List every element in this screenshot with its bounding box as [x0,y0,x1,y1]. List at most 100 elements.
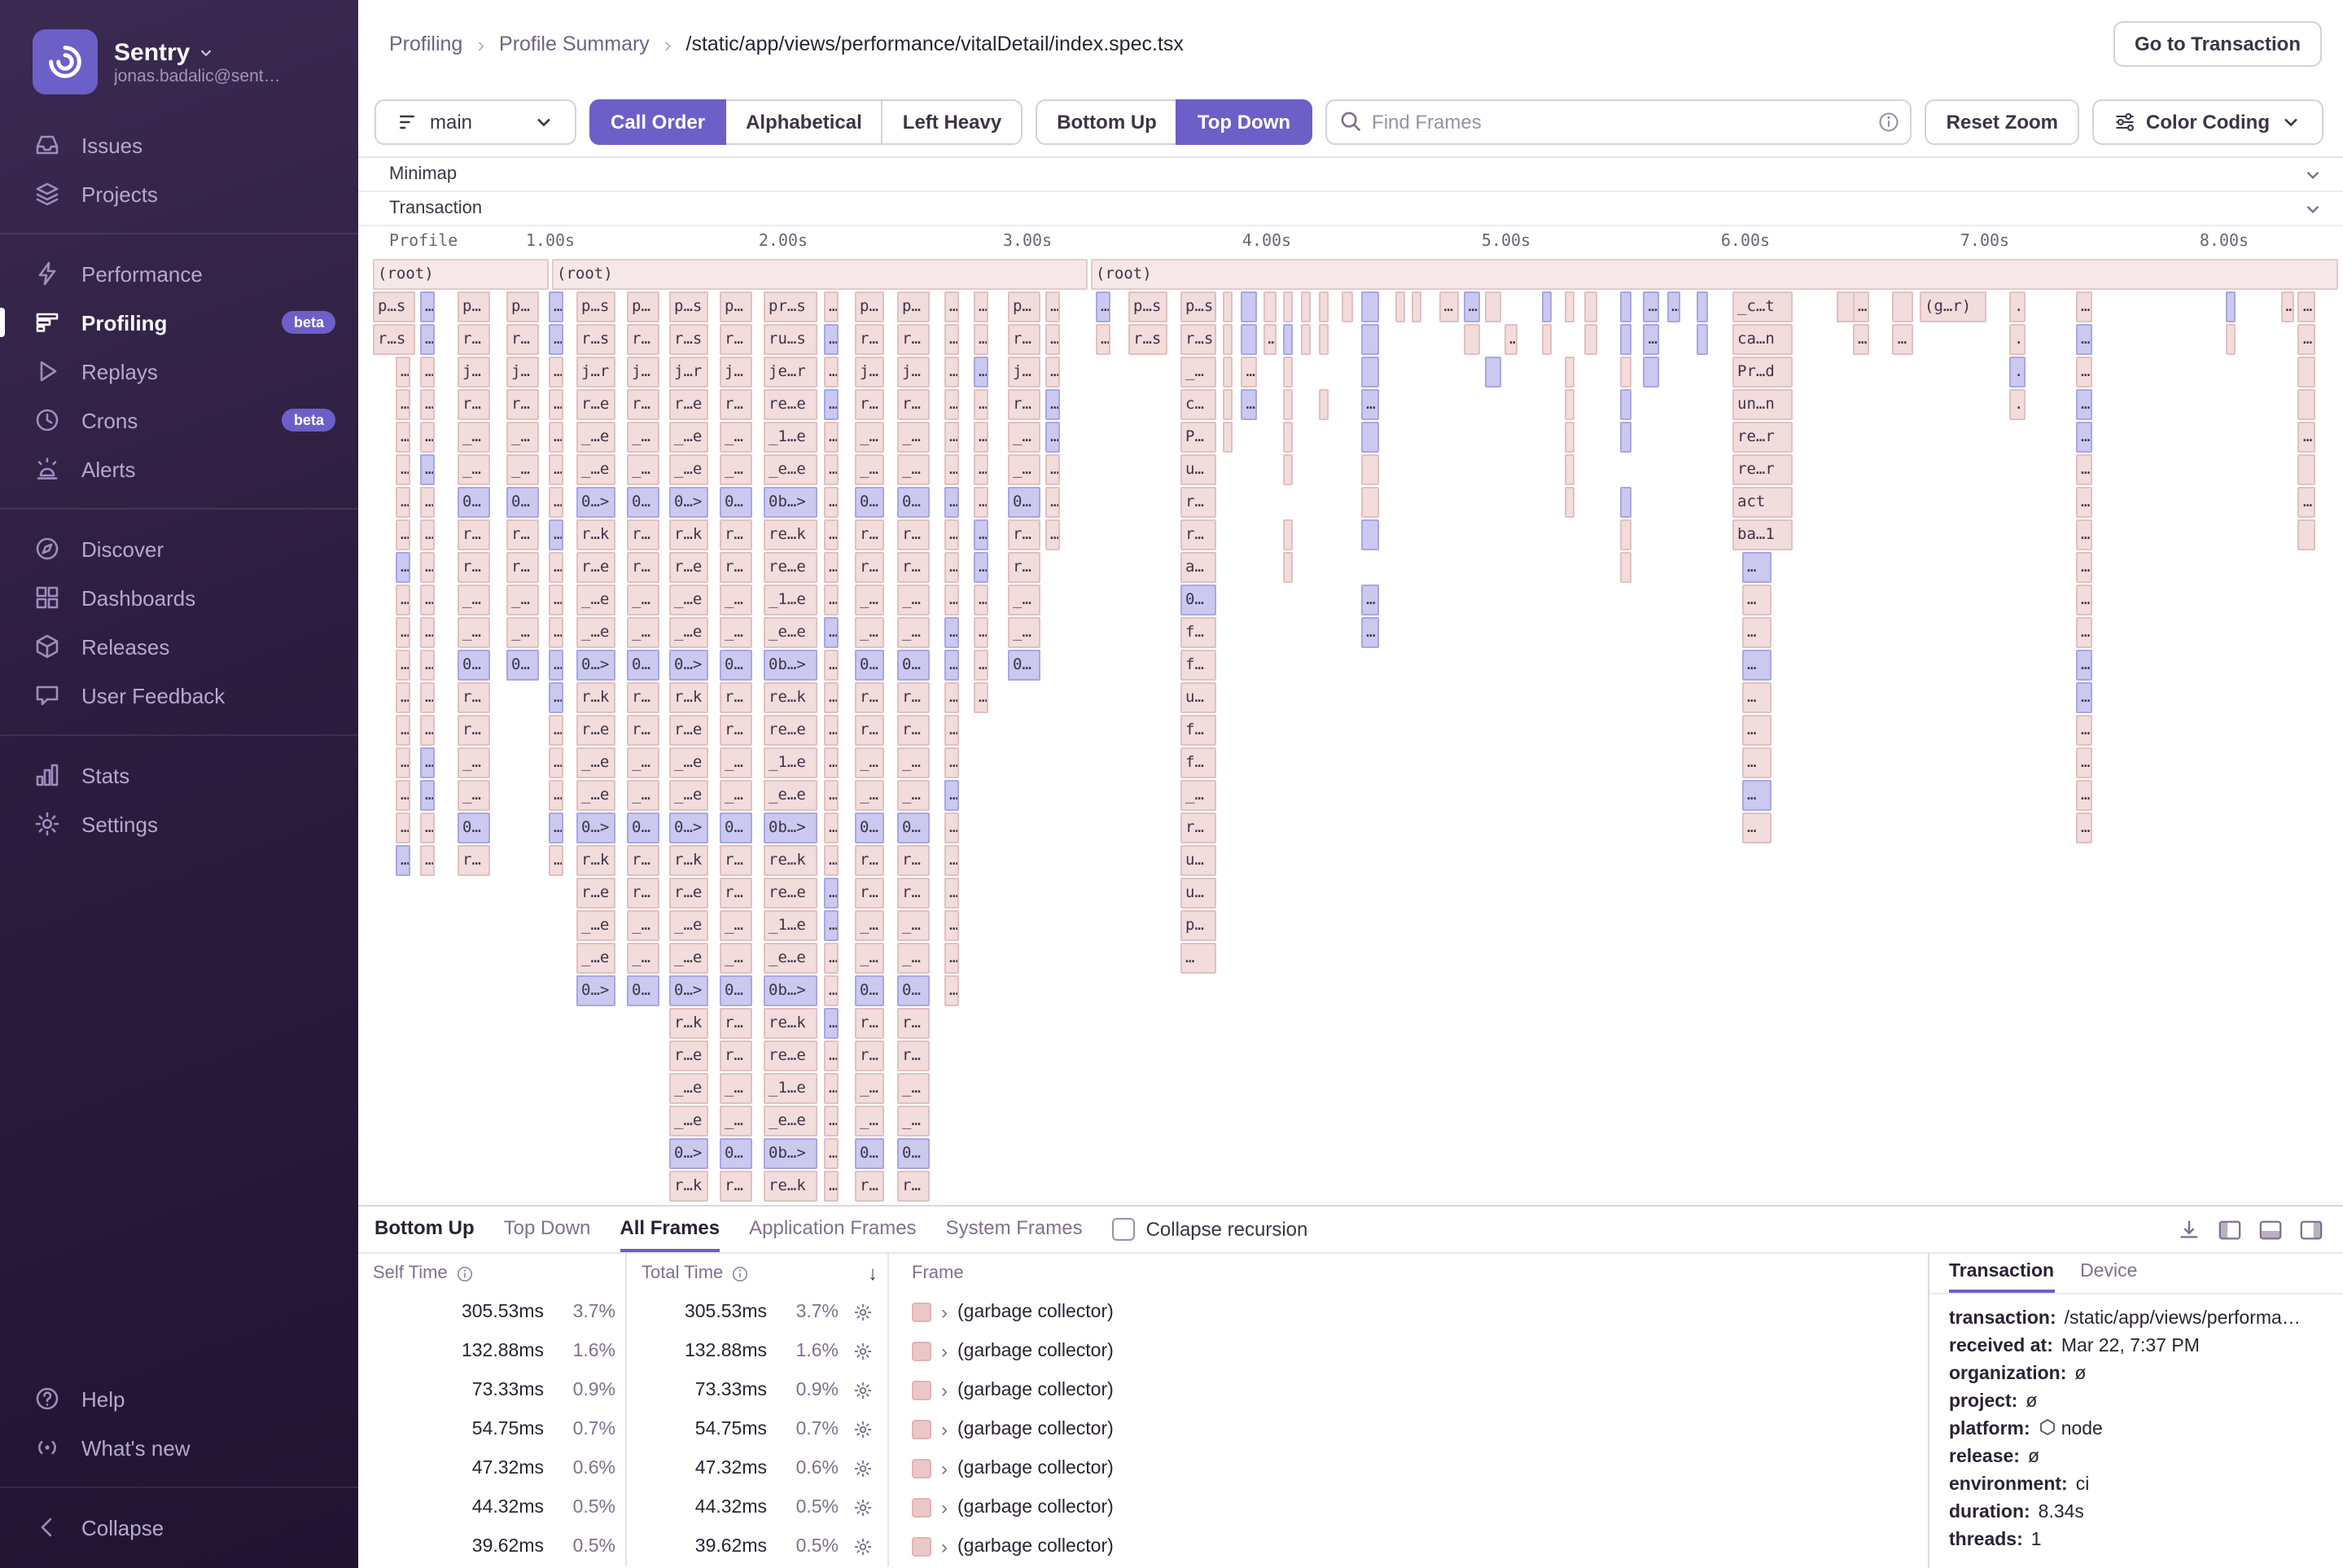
flame-frame[interactable]: … [1361,585,1378,615]
flame-frame[interactable]: … [2076,357,2092,388]
flame-frame[interactable]: … [2076,291,2092,322]
flame-frame[interactable]: _… [897,585,930,615]
flame-frame[interactable]: p…s [669,291,708,322]
flame-frame[interactable] [1564,291,1574,322]
flame-frame[interactable]: … [1045,324,1060,355]
flame-frame[interactable]: _…e [669,780,708,811]
flame-frame[interactable]: r… [1180,812,1216,843]
flame-frame[interactable]: … [2076,585,2092,615]
sidebar-item-collapse[interactable]: Collapse [0,1503,358,1552]
flame-frame[interactable]: _… [897,910,930,941]
flame-frame[interactable]: .. [2009,291,2025,322]
flame-frame[interactable]: … [824,357,839,388]
download-icon[interactable] [2177,1217,2201,1242]
flame-frame[interactable]: … [824,454,839,485]
flame-frame[interactable]: _… [855,780,884,811]
flame-frame[interactable]: … [396,422,410,453]
flame-frame[interactable]: … [944,422,959,453]
flame-frame[interactable]: … [1666,291,1681,322]
flame-frame[interactable] [1283,454,1293,485]
flame-frame[interactable]: re…e [764,389,817,420]
flame-frame[interactable] [1283,552,1293,583]
flame-frame[interactable]: (g…r) [1920,291,1986,322]
collapse-recursion-checkbox[interactable] [1112,1218,1135,1241]
flame-frame[interactable]: … [1853,291,1869,322]
flame-frame[interactable]: a… [1180,552,1216,583]
flame-frame[interactable]: … [549,812,563,843]
flame-frame[interactable] [1223,389,1233,420]
flame-frame[interactable]: r… [1180,487,1216,518]
flame-frame[interactable]: j…r [576,357,615,388]
flame-frame[interactable]: r…s [1180,324,1216,355]
flame-frame[interactable]: _… [855,1073,884,1104]
flame-frame[interactable]: P… [1180,422,1216,453]
flame-frame[interactable]: 0…> [669,975,708,1006]
flame-frame[interactable]: r… [458,324,490,355]
flame-frame[interactable]: … [824,650,839,681]
flame-frame[interactable]: r…e [576,715,615,746]
flame-frame[interactable]: 0…> [576,812,615,843]
flame-frame[interactable]: r… [720,1171,752,1202]
flame-frame[interactable]: _… [720,943,752,974]
table-row[interactable]: 305.53ms3.7%305.53ms3.7%›(garbage collec… [358,1293,1928,1332]
sidebar-item-projects[interactable]: Projects [0,169,358,218]
flame-frame[interactable]: _e…e [764,1106,817,1137]
frame-cell[interactable]: ›(garbage collector) [889,1449,1928,1488]
flame-frame[interactable]: p… [897,291,930,322]
flame-frame[interactable]: … [824,910,839,941]
flame-frame[interactable]: r…e [669,552,708,583]
expand-chevron-icon[interactable]: › [941,1340,948,1363]
flame-frame[interactable]: r… [458,519,490,550]
flame-frame[interactable]: r…s [1128,324,1167,355]
flame-frame[interactable]: … [420,487,435,518]
flame-frame[interactable]: … [2076,519,2092,550]
flame-frame[interactable]: … [1439,291,1459,322]
flame-frame[interactable] [1411,291,1421,322]
flame-frame[interactable]: r… [1180,519,1216,550]
flame-frame[interactable]: r…e [669,715,708,746]
flame-frame[interactable]: j… [458,357,490,388]
flame-frame[interactable]: u… [1180,682,1216,713]
flame-frame[interactable]: _… [897,422,930,453]
flame-frame[interactable]: … [944,715,959,746]
flame-frame[interactable]: _… [506,617,539,648]
flame-frame[interactable]: … [824,1008,839,1039]
flame-frame[interactable]: _… [855,910,884,941]
flame-frame[interactable]: … [396,357,410,388]
flame-frame[interactable]: 0… [897,487,930,518]
flame-frame[interactable]: … [944,650,959,681]
flame-frame[interactable]: … [549,780,563,811]
flame-frame[interactable]: r…k [669,519,708,550]
flame-frame[interactable]: 0…> [669,1138,708,1169]
flame-frame[interactable]: … [944,552,959,583]
sidebar-item-crons[interactable]: Cronsbeta [0,396,358,445]
flame-frame[interactable]: … [396,585,410,615]
flame-frame[interactable]: r… [897,324,930,355]
flame-frame[interactable]: 0… [627,650,659,681]
flame-frame[interactable]: _… [458,747,490,778]
flame-frame[interactable] [1564,454,1574,485]
breadcrumb-profile-summary[interactable]: Profile Summary [499,33,650,55]
flame-frame[interactable]: 0… [506,650,539,681]
flame-frame[interactable]: un…n [1732,389,1793,420]
flame-frame[interactable]: re…r [1732,454,1793,485]
tab-all-frames[interactable]: All Frames [620,1207,720,1252]
flame-frame[interactable]: … [824,389,839,420]
flame-frame[interactable]: _… [1008,422,1040,453]
flame-frame[interactable]: _…e [669,1073,708,1104]
flame-frame[interactable]: r… [897,389,930,420]
flame-frame[interactable]: _… [627,780,659,811]
flame-frame[interactable]: … [2076,812,2092,843]
dock-left-icon[interactable] [2218,1217,2242,1242]
flame-frame[interactable]: … [824,291,839,322]
flame-frame[interactable]: … [420,780,435,811]
flame-frame[interactable] [1585,291,1598,322]
flame-frame[interactable]: … [549,519,563,550]
flame-frame[interactable]: … [396,389,410,420]
flame-frame[interactable] [1619,389,1632,420]
flame-frame[interactable]: _… [720,422,752,453]
flame-frame[interactable]: 0… [720,650,752,681]
flame-frame[interactable]: … [974,650,988,681]
flame-frame[interactable]: r… [458,845,490,876]
flame-frame[interactable]: _… [855,943,884,974]
